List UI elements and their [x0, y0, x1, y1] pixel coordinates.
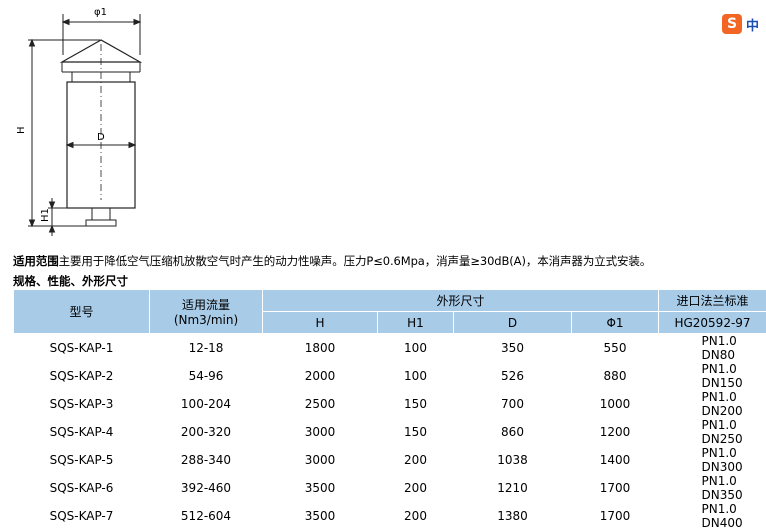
- table-row: SQS-KAP-6 392-460 3500 200 1210 1700 PN1…: [14, 474, 766, 502]
- cell-model: SQS-KAP-5: [14, 446, 150, 474]
- cell-h1: 200: [378, 446, 454, 474]
- cell-h: 3000: [263, 446, 378, 474]
- cell-phi1: 1700: [572, 474, 659, 502]
- cell-flange: PN1.0 DN350: [659, 474, 766, 502]
- table-row: SQS-KAP-7 512-604 3500 200 1380 1700 PN1…: [14, 502, 766, 530]
- d-label: D: [97, 132, 105, 143]
- cell-model: SQS-KAP-2: [14, 362, 150, 390]
- cell-h: 3000: [263, 418, 378, 446]
- cell-flow: 392-460: [150, 474, 263, 502]
- header-h1: H1: [378, 312, 454, 334]
- cell-flow: 512-604: [150, 502, 263, 530]
- cell-h1: 200: [378, 502, 454, 530]
- cell-h: 2500: [263, 390, 378, 418]
- cell-h1: 150: [378, 418, 454, 446]
- cell-phi1: 550: [572, 334, 659, 363]
- cell-phi1: 1400: [572, 446, 659, 474]
- header-flow: 适用流量 (Nm3/min): [150, 290, 263, 334]
- cell-h: 3500: [263, 502, 378, 530]
- cell-flow: 12-18: [150, 334, 263, 363]
- cell-flow: 54-96: [150, 362, 263, 390]
- table-row: SQS-KAP-3 100-204 2500 150 700 1000 PN1.…: [14, 390, 766, 418]
- header-flange: 进口法兰标准: [659, 290, 766, 312]
- cell-h1: 200: [378, 474, 454, 502]
- header-dims: 外形尺寸: [263, 290, 659, 312]
- cell-h1: 100: [378, 362, 454, 390]
- header-h: H: [263, 312, 378, 334]
- header-phi1: Φ1: [572, 312, 659, 334]
- cell-model: SQS-KAP-7: [14, 502, 150, 530]
- cell-flange: PN1.0 DN300: [659, 446, 766, 474]
- cell-d: 1380: [454, 502, 572, 530]
- cell-h1: 150: [378, 390, 454, 418]
- table-row: SQS-KAP-1 12-18 1800 100 350 550 PN1.0 D…: [14, 334, 766, 363]
- sogou-ime-icon[interactable]: S: [722, 14, 742, 34]
- table-row: SQS-KAP-4 200-320 3000 150 860 1200 PN1.…: [14, 418, 766, 446]
- cell-phi1: 1200: [572, 418, 659, 446]
- cell-phi1: 1000: [572, 390, 659, 418]
- cell-h: 3500: [263, 474, 378, 502]
- cell-h1: 100: [378, 334, 454, 363]
- description-body: 主要用于降低空气压缩机放散空气时产生的动力性噪声。压力P≤0.6Mpa，消声量≥…: [59, 254, 652, 268]
- cell-d: 1038: [454, 446, 572, 474]
- cell-model: SQS-KAP-4: [14, 418, 150, 446]
- ime-toolbar[interactable]: S 中: [722, 12, 766, 36]
- cell-flow: 100-204: [150, 390, 263, 418]
- table-row: SQS-KAP-2 54-96 2000 100 526 880 PN1.0 D…: [14, 362, 766, 390]
- cell-flange: PN1.0 DN150: [659, 362, 766, 390]
- silencer-drawing: φ1 D H H1: [0, 0, 180, 245]
- h-label: H: [16, 126, 27, 134]
- table-row: SQS-KAP-5 288-340 3000 200 1038 1400 PN1…: [14, 446, 766, 474]
- cell-flange: PN1.0 DN250: [659, 418, 766, 446]
- header-d: D: [454, 312, 572, 334]
- description-lead: 适用范围: [13, 254, 59, 268]
- cell-phi1: 880: [572, 362, 659, 390]
- header-flange-std: HG20592-97: [659, 312, 766, 334]
- spec-heading: 规格、性能、外形尺寸: [13, 273, 128, 289]
- cell-model: SQS-KAP-6: [14, 474, 150, 502]
- cell-flange: PN1.0 DN80: [659, 334, 766, 363]
- cell-flow: 288-340: [150, 446, 263, 474]
- cell-h: 2000: [263, 362, 378, 390]
- ime-mode-label[interactable]: 中: [746, 15, 759, 34]
- cell-flange: PN1.0 DN200: [659, 390, 766, 418]
- phi1-label: φ1: [94, 7, 107, 18]
- cell-h: 1800: [263, 334, 378, 363]
- cell-d: 350: [454, 334, 572, 363]
- h1-label: H1: [40, 208, 51, 222]
- cell-d: 860: [454, 418, 572, 446]
- cell-model: SQS-KAP-1: [14, 334, 150, 363]
- cell-d: 1210: [454, 474, 572, 502]
- cell-d: 526: [454, 362, 572, 390]
- description: 适用范围主要用于降低空气压缩机放散空气时产生的动力性噪声。压力P≤0.6Mpa，…: [13, 253, 651, 269]
- cell-d: 700: [454, 390, 572, 418]
- cell-flange: PN1.0 DN400: [659, 502, 766, 530]
- cell-flow: 200-320: [150, 418, 263, 446]
- header-model: 型号: [14, 290, 150, 334]
- cell-phi1: 1700: [572, 502, 659, 530]
- cell-model: SQS-KAP-3: [14, 390, 150, 418]
